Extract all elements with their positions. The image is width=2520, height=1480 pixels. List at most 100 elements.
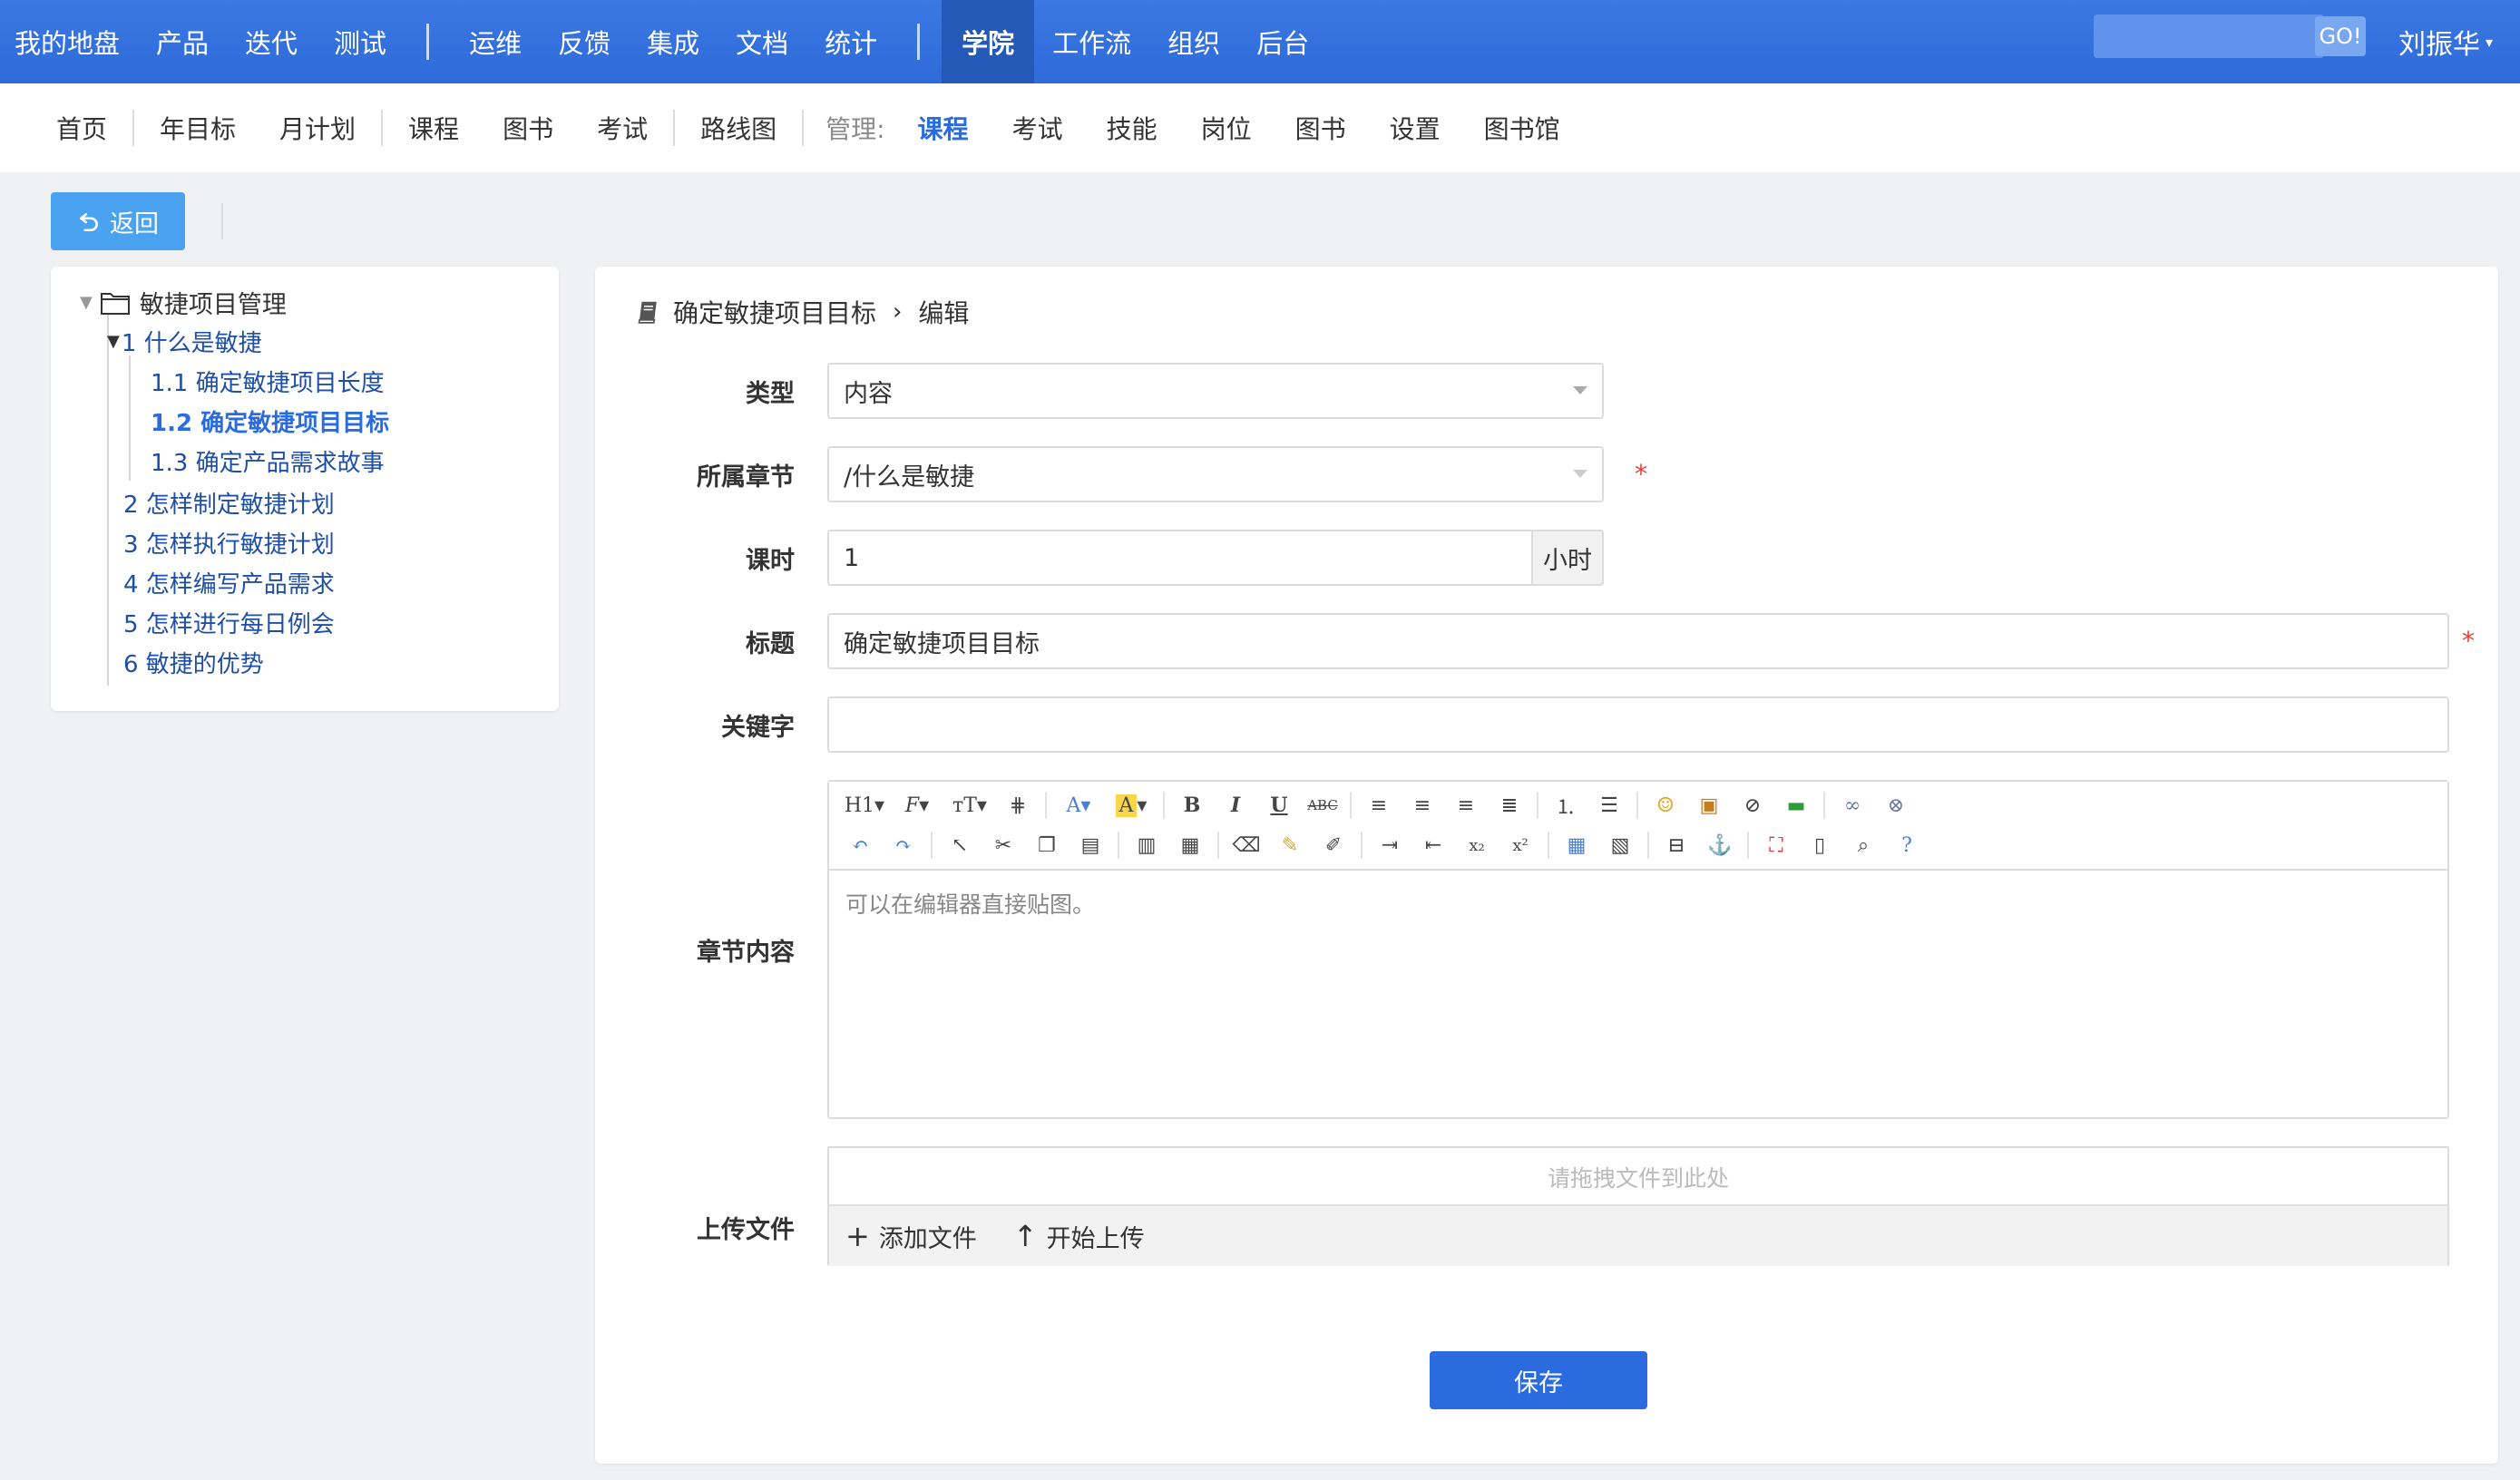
emoji-icon[interactable]: ☺ xyxy=(1647,787,1684,823)
nav-my-dashboard[interactable]: 我的地盘 xyxy=(0,0,138,83)
global-search-input[interactable] xyxy=(2094,15,2315,58)
outdent-icon[interactable]: ⇤ xyxy=(1415,827,1451,863)
hours-input[interactable]: 1 xyxy=(827,530,1533,586)
unordered-list-icon[interactable]: ☰ xyxy=(1591,787,1627,823)
tree-chapter-label[interactable]: 4 怎样编写产品需求 xyxy=(123,566,335,599)
unlink-icon[interactable]: ⊗ xyxy=(1878,787,1914,823)
align-right-icon[interactable]: ≡ xyxy=(1448,787,1484,823)
subnav-manage-book[interactable]: 图书 xyxy=(1274,110,1368,146)
ordered-list-icon[interactable]: ⒈ xyxy=(1548,787,1584,823)
bold-icon[interactable]: B xyxy=(1174,787,1210,823)
nav-product[interactable]: 产品 xyxy=(138,0,227,83)
tree-root[interactable]: ▼ 敏捷项目管理 xyxy=(80,285,287,320)
preview-icon[interactable]: ⌕ xyxy=(1845,827,1881,863)
font-size-icon[interactable]: тT▾ xyxy=(947,787,992,823)
cut-icon[interactable]: ✂ xyxy=(985,827,1021,863)
subnav-month-plan[interactable]: 月计划 xyxy=(258,110,377,146)
page-break-icon[interactable]: ⊟ xyxy=(1658,827,1695,863)
tree-chapter-label[interactable]: 6 敏捷的优势 xyxy=(123,646,264,679)
tree-chapter-5[interactable]: 5 怎样进行每日例会 xyxy=(123,606,335,639)
tree-chapter-6[interactable]: 6 敏捷的优势 xyxy=(123,646,264,679)
tree-section-1-3[interactable]: 1.3 确定产品需求故事 xyxy=(151,444,385,478)
tree-chapter-label[interactable]: 2 怎样制定敏捷计划 xyxy=(123,486,335,520)
link-icon[interactable]: ∞ xyxy=(1834,787,1870,823)
nav-academy[interactable]: 学院 xyxy=(942,0,1035,83)
nav-integration[interactable]: 集成 xyxy=(629,0,718,83)
copy-icon[interactable]: ❐ xyxy=(1029,827,1065,863)
help-icon[interactable]: ? xyxy=(1889,827,1925,863)
nav-docs[interactable]: 文档 xyxy=(718,0,806,83)
nav-feedback[interactable]: 反馈 xyxy=(540,0,629,83)
anchor-icon[interactable]: ⚓ xyxy=(1702,827,1738,863)
tree-chapter-2[interactable]: 2 怎样制定敏捷计划 xyxy=(123,486,335,520)
editor-content-area[interactable]: 可以在编辑器直接贴图。 xyxy=(845,887,1095,920)
source-code-icon[interactable]: ▯ xyxy=(1802,827,1838,863)
redo-icon[interactable]: ↷ xyxy=(885,827,922,863)
heading-icon[interactable]: H1▾ xyxy=(842,787,887,823)
superscript-icon[interactable]: x² xyxy=(1502,827,1538,863)
save-button[interactable]: 保存 xyxy=(1430,1351,1647,1409)
subnav-course[interactable]: 课程 xyxy=(386,110,481,146)
tree-chapter-label[interactable]: 5 怎样进行每日例会 xyxy=(123,606,335,639)
highlight-color-icon[interactable]: A ▾ xyxy=(1109,787,1154,823)
indent-icon[interactable]: ⇥ xyxy=(1372,827,1408,863)
image-icon[interactable]: ▣ xyxy=(1691,787,1727,823)
attachment-icon[interactable]: ⊘ xyxy=(1734,787,1771,823)
drop-zone[interactable]: 请拖拽文件到此处 xyxy=(829,1148,2447,1206)
subnav-manage-skill[interactable]: 技能 xyxy=(1085,110,1179,146)
font-family-icon[interactable]: F ▾ xyxy=(894,787,940,823)
nav-ops[interactable]: 运维 xyxy=(451,0,540,83)
nav-org[interactable]: 组织 xyxy=(1149,0,1238,83)
tree-section-1-2[interactable]: 1.2 确定敏捷项目目标 xyxy=(151,404,389,438)
search-go-button[interactable]: GO! xyxy=(2315,16,2366,56)
tree-chapter-4[interactable]: 4 怎样编写产品需求 xyxy=(123,566,335,599)
insert-code-icon[interactable]: ▬ xyxy=(1778,787,1814,823)
code-block-icon[interactable]: ▧ xyxy=(1602,827,1638,863)
strikethrough-icon[interactable]: ABC xyxy=(1304,787,1341,823)
fullscreen-icon[interactable]: ⛶ xyxy=(1758,827,1794,863)
subscript-icon[interactable]: x₂ xyxy=(1459,827,1495,863)
clear-format-icon[interactable]: ✐ xyxy=(1315,827,1352,863)
align-justify-icon[interactable]: ≣ xyxy=(1491,787,1528,823)
subnav-book[interactable]: 图书 xyxy=(481,110,575,146)
subnav-manage-course[interactable]: 课程 xyxy=(896,110,991,146)
back-button[interactable]: 返回 xyxy=(51,192,185,250)
tree-section-label[interactable]: 1.1 确定敏捷项目长度 xyxy=(151,365,385,398)
table-icon[interactable]: ▦ xyxy=(1558,827,1595,863)
font-color-icon[interactable]: A▾ xyxy=(1056,787,1101,823)
tree-section-label[interactable]: 1.3 确定产品需求故事 xyxy=(151,444,385,478)
tree-chapter-1-label[interactable]: 1 什么是敏捷 xyxy=(122,325,262,358)
breadcrumb-item[interactable]: 确定敏捷项目目标 xyxy=(673,294,876,330)
nav-stats[interactable]: 统计 xyxy=(806,0,895,83)
line-height-icon[interactable]: ⋕ xyxy=(1000,787,1036,823)
tree-chapter-3[interactable]: 3 怎样执行敏捷计划 xyxy=(123,526,335,560)
nav-admin[interactable]: 后台 xyxy=(1238,0,1327,83)
subnav-manage-library[interactable]: 图书馆 xyxy=(1462,110,1582,146)
tree-section-1-1[interactable]: 1.1 确定敏捷项目长度 xyxy=(151,365,385,398)
paste-word-icon[interactable]: ▦ xyxy=(1172,827,1208,863)
subnav-exam[interactable]: 考试 xyxy=(575,110,669,146)
add-file-button[interactable]: + 添加文件 xyxy=(845,1219,977,1254)
eraser-icon[interactable]: ⌫ xyxy=(1228,827,1265,863)
paste-text-icon[interactable]: ▥ xyxy=(1128,827,1165,863)
select-all-icon[interactable]: ↖ xyxy=(942,827,978,863)
user-menu[interactable]: 刘振华 ▾ xyxy=(2398,0,2493,83)
align-left-icon[interactable]: ≡ xyxy=(1361,787,1397,823)
start-upload-button[interactable]: ↑ 开始上传 xyxy=(1013,1219,1145,1254)
subnav-manage-position[interactable]: 岗位 xyxy=(1179,110,1274,146)
parent-chapter-select[interactable]: /什么是敏捷 xyxy=(827,446,1604,502)
collapse-triangle-icon[interactable]: ▼ xyxy=(107,332,120,351)
tree-section-label-active[interactable]: 1.2 确定敏捷项目目标 xyxy=(151,404,389,438)
nav-workflow[interactable]: 工作流 xyxy=(1034,0,1149,83)
align-center-icon[interactable]: ≡ xyxy=(1404,787,1441,823)
subnav-roadmap[interactable]: 路线图 xyxy=(679,110,798,146)
tree-chapter-1[interactable]: ▼ 1 什么是敏捷 xyxy=(107,325,262,358)
nav-iteration[interactable]: 迭代 xyxy=(227,0,316,83)
title-input[interactable]: 确定敏捷项目目标 xyxy=(827,613,2449,669)
tree-chapter-label[interactable]: 3 怎样执行敏捷计划 xyxy=(123,526,335,560)
subnav-home[interactable]: 首页 xyxy=(34,110,129,146)
undo-icon[interactable]: ↶ xyxy=(842,827,878,863)
subnav-manage-exam[interactable]: 考试 xyxy=(991,110,1085,146)
paste-icon[interactable]: ▤ xyxy=(1072,827,1109,863)
italic-icon[interactable]: I xyxy=(1217,787,1254,823)
